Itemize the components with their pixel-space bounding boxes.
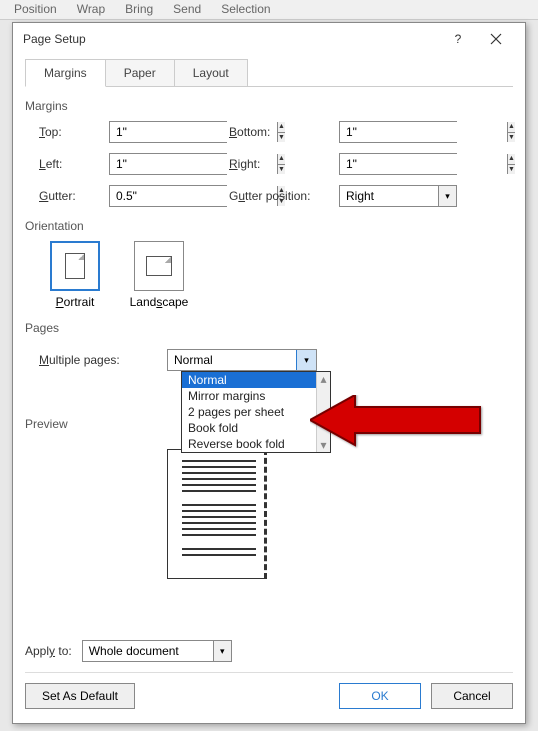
gutter-label: Gutter: bbox=[39, 189, 109, 203]
right-label: Right: bbox=[229, 157, 339, 171]
preview-area bbox=[167, 449, 513, 579]
multiple-pages-select[interactable]: Normal ▾ bbox=[167, 349, 317, 371]
portrait-label: Portrait bbox=[39, 295, 111, 309]
gutter-spinner[interactable]: ▲▼ bbox=[109, 185, 227, 207]
help-button[interactable]: ? bbox=[439, 25, 477, 53]
orientation-landscape[interactable]: Landscape bbox=[123, 241, 195, 309]
option-2-pages-per-sheet[interactable]: 2 pages per sheet bbox=[182, 404, 330, 420]
ok-button[interactable]: OK bbox=[339, 683, 421, 709]
gutter-position-select[interactable]: Right ▾ bbox=[339, 185, 457, 207]
option-reverse-book-fold[interactable]: Reverse book fold bbox=[182, 436, 330, 452]
top-spinner[interactable]: ▲▼ bbox=[109, 121, 227, 143]
tab-margins[interactable]: Margins bbox=[25, 59, 106, 87]
orientation-heading: Orientation bbox=[25, 219, 513, 233]
apply-to-label: Apply to: bbox=[25, 644, 72, 658]
margins-grid: Top: ▲▼ Bottom: ▲▼ Left: ▲▼ Right: ▲▼ Gu… bbox=[39, 121, 513, 207]
close-button[interactable] bbox=[477, 25, 515, 53]
left-label: Left: bbox=[39, 157, 109, 171]
right-input[interactable] bbox=[340, 154, 507, 174]
ribbon-item: Selection bbox=[215, 2, 276, 17]
ribbon-item: Position bbox=[8, 2, 63, 17]
apply-to-row: Apply to: Whole document ▾ bbox=[25, 626, 513, 662]
close-icon bbox=[490, 33, 502, 45]
portrait-icon bbox=[65, 253, 85, 279]
multiple-pages-label: Multiple pages: bbox=[39, 353, 167, 367]
orientation-portrait[interactable]: Portrait bbox=[39, 241, 111, 309]
multiple-pages-dropdown: Normal Mirror margins 2 pages per sheet … bbox=[181, 371, 331, 453]
right-spinner[interactable]: ▲▼ bbox=[339, 153, 457, 175]
spin-down-icon[interactable]: ▼ bbox=[508, 133, 515, 143]
apply-to-select[interactable]: Whole document ▾ bbox=[82, 640, 232, 662]
tab-strip: Margins Paper Layout bbox=[25, 59, 513, 87]
option-book-fold[interactable]: Book fold bbox=[182, 420, 330, 436]
landscape-label: Landscape bbox=[123, 295, 195, 309]
bottom-input[interactable] bbox=[340, 122, 507, 142]
background-ribbon: Position Wrap Bring Send Selection bbox=[0, 0, 538, 20]
spin-up-icon[interactable]: ▲ bbox=[508, 154, 515, 165]
ribbon-item: Send bbox=[167, 2, 207, 17]
chevron-down-icon[interactable]: ▾ bbox=[438, 186, 456, 206]
dialog-title: Page Setup bbox=[23, 32, 439, 46]
left-spinner[interactable]: ▲▼ bbox=[109, 153, 227, 175]
page-setup-dialog: Page Setup ? Margins Paper Layout Margin… bbox=[12, 22, 526, 724]
pages-heading: Pages bbox=[25, 321, 513, 335]
tab-layout[interactable]: Layout bbox=[174, 59, 248, 87]
bottom-label: Bottom: bbox=[229, 125, 339, 139]
multiple-pages-row: Multiple pages: Normal ▾ Normal Mirror m… bbox=[39, 349, 513, 371]
tab-paper[interactable]: Paper bbox=[105, 59, 175, 87]
spin-down-icon[interactable]: ▼ bbox=[508, 165, 515, 175]
titlebar: Page Setup ? bbox=[13, 23, 525, 55]
apply-to-value: Whole document bbox=[83, 641, 213, 661]
spin-up-icon[interactable]: ▲ bbox=[508, 122, 515, 133]
top-label: Top: bbox=[39, 125, 109, 139]
gutter-position-value: Right bbox=[340, 186, 438, 206]
option-mirror-margins[interactable]: Mirror margins bbox=[182, 388, 330, 404]
dialog-footer: Set As Default OK Cancel bbox=[25, 673, 513, 713]
preview-page-icon bbox=[167, 449, 267, 579]
cancel-button[interactable]: Cancel bbox=[431, 683, 513, 709]
landscape-icon bbox=[146, 256, 172, 276]
option-normal[interactable]: Normal bbox=[182, 372, 330, 388]
orientation-group: Portrait Landscape bbox=[39, 241, 513, 309]
multiple-pages-value: Normal bbox=[168, 350, 296, 370]
chevron-down-icon[interactable]: ▾ bbox=[213, 641, 231, 661]
margins-heading: Margins bbox=[25, 99, 513, 113]
chevron-down-icon[interactable]: ▾ bbox=[296, 350, 316, 370]
bottom-spinner[interactable]: ▲▼ bbox=[339, 121, 457, 143]
gutter-position-label: Gutter position: bbox=[229, 189, 339, 203]
set-as-default-button[interactable]: Set As Default bbox=[25, 683, 135, 709]
dropdown-scrollbar[interactable]: ▴▾ bbox=[316, 372, 330, 452]
ribbon-item: Bring bbox=[119, 2, 159, 17]
ribbon-item: Wrap bbox=[71, 2, 111, 17]
